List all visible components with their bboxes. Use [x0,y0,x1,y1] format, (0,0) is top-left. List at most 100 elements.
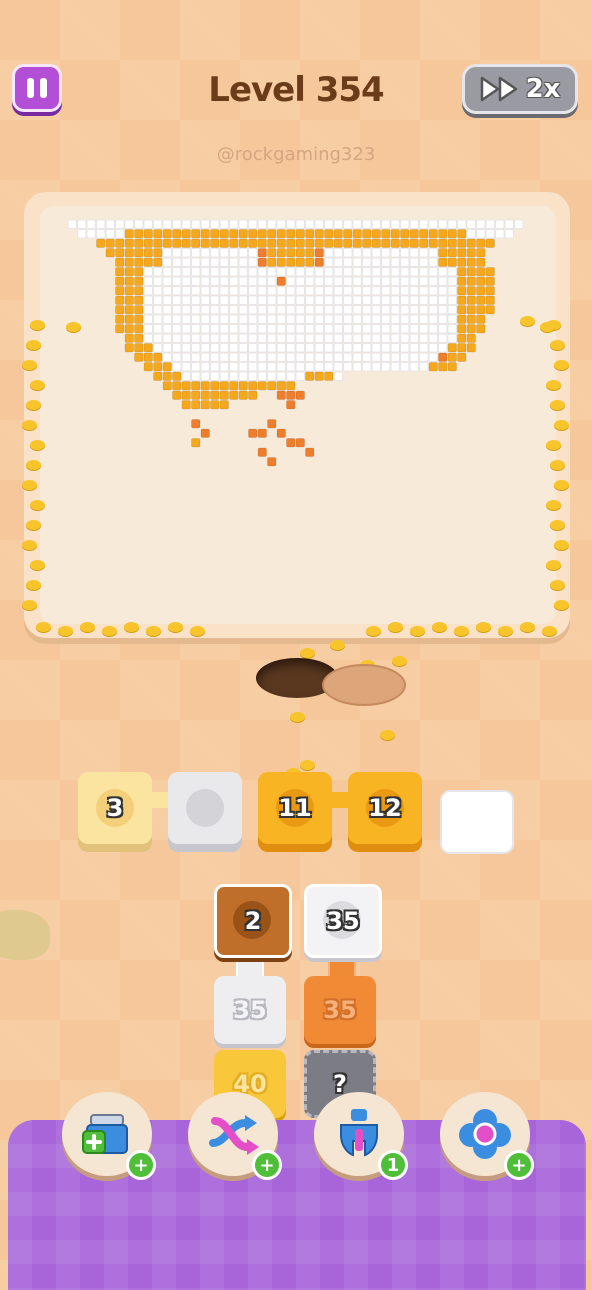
conveyor-slot-empty[interactable] [440,790,514,854]
pixel [419,267,429,277]
pixel [438,219,448,229]
pixel [438,314,448,324]
pixel [438,276,448,286]
pixel [210,352,220,362]
pixel [229,324,239,334]
pixel [390,333,400,343]
pixel [248,333,258,343]
pixel [67,219,77,229]
pixel [362,286,372,296]
pixel [134,324,144,334]
pixel [352,286,362,296]
pixel [400,314,410,324]
pixel [172,295,182,305]
pixel [153,295,163,305]
pixel [229,286,239,296]
pixel [305,362,315,372]
pixel [124,333,134,343]
pixel [172,219,182,229]
pixel [438,295,448,305]
pixel [267,333,277,343]
pixel [438,229,448,239]
pixel [276,257,286,267]
conveyor-slot-4[interactable]: 12 [348,772,422,844]
pixel [381,248,391,258]
pixel [352,324,362,334]
booster-badge: + [252,1150,282,1180]
pixel [286,352,296,362]
pixel [457,238,467,248]
pixel [115,219,125,229]
pixel [381,267,391,277]
pixel [381,295,391,305]
pixel [419,295,429,305]
pixel [238,219,248,229]
pixel [172,352,182,362]
pixel [362,343,372,353]
booster-add-slot[interactable]: + [62,1092,156,1180]
pixel [153,305,163,315]
stack-tile-top[interactable]: 35 [304,884,382,958]
pixel [200,381,210,391]
pixel [324,324,334,334]
pixel [447,267,457,277]
conveyor-slot-1[interactable]: 3 [78,772,152,844]
pixel [162,362,172,372]
pixel [124,248,134,258]
stack-tile: 35 [304,976,376,1044]
booster-flower[interactable]: + [440,1092,534,1180]
pixel [210,286,220,296]
pixel [86,219,96,229]
pixel [162,333,172,343]
pixel [371,248,381,258]
pixel [466,295,476,305]
pixel [229,371,239,381]
pixel [210,295,220,305]
pixel [438,362,448,372]
pixel [200,276,210,286]
pixel [134,343,144,353]
tile-value: 2 [244,907,262,935]
pixel [495,229,505,239]
pixel [419,229,429,239]
pixel [143,238,153,248]
pixel [305,286,315,296]
booster-shuffle[interactable]: + [188,1092,282,1180]
pixel [457,352,467,362]
pixel [381,257,391,267]
pixel [305,248,315,258]
pixel [248,390,258,400]
pixel [324,238,334,248]
pixel [324,248,334,258]
pixel [305,324,315,334]
pixel [238,276,248,286]
pixel [447,276,457,286]
pixel [476,305,486,315]
pixel [229,305,239,315]
pixel [143,219,153,229]
booster-magnet[interactable]: 1 [314,1092,408,1180]
pixel [314,267,324,277]
pixel [409,286,419,296]
slot-value: 3 [106,794,124,822]
pixel [229,267,239,277]
pixel [314,343,324,353]
pixel [362,314,372,324]
pixel [324,333,334,343]
speed-button[interactable]: 2x [462,64,578,114]
conveyor-slot-2[interactable] [168,772,242,844]
pixel [191,324,201,334]
pixel [286,333,296,343]
pixel [419,324,429,334]
pixel [295,295,305,305]
pixel [286,343,296,353]
pixel [124,295,134,305]
pixel [257,238,267,248]
stack-tile-top[interactable]: 2 [214,884,292,958]
pixel [219,343,229,353]
conveyor-slot-3[interactable]: 11 [258,772,332,844]
pixel [438,305,448,315]
pixel [267,276,277,286]
pixel [381,343,391,353]
pixel [409,267,419,277]
